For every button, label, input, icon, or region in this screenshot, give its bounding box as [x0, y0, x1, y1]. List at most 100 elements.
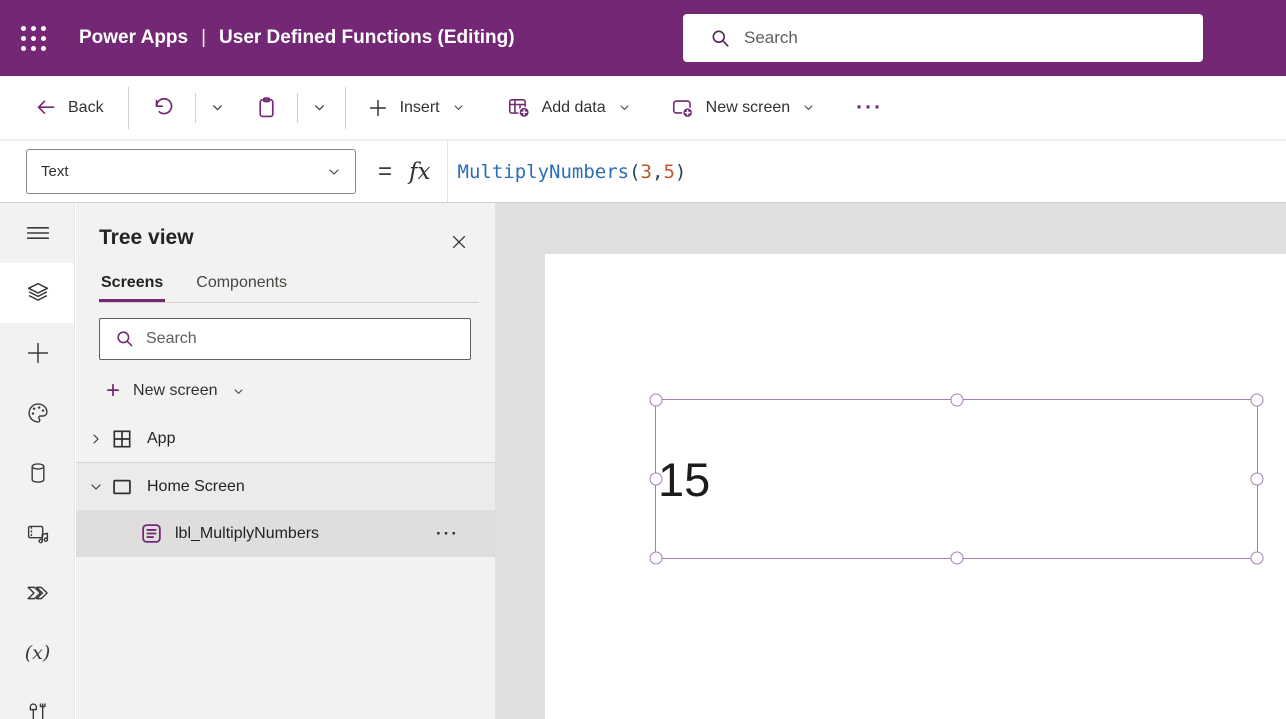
insert-plus-icon — [23, 338, 53, 368]
paste-button[interactable] — [254, 95, 279, 120]
selected-label-control[interactable]: 15 — [655, 399, 1258, 559]
screen-icon — [111, 476, 133, 498]
rail-data-button[interactable] — [0, 443, 75, 503]
rail-menu-button[interactable] — [0, 203, 75, 263]
more-commands-button[interactable]: ··· — [856, 97, 883, 118]
app-icon — [111, 428, 133, 450]
insert-label: Insert — [400, 99, 440, 117]
back-arrow-icon — [34, 96, 57, 119]
paste-menu-button[interactable] — [311, 99, 328, 116]
add-data-table-icon — [506, 95, 531, 120]
formula-close-paren: ) — [675, 161, 686, 183]
panel-title: Tree view — [99, 226, 495, 250]
toolbar-divider — [345, 87, 346, 129]
add-data-button[interactable]: Add data — [506, 95, 632, 120]
tree-row-app[interactable]: App — [76, 415, 495, 462]
resize-handle-middle-right[interactable] — [1251, 473, 1264, 486]
power-automate-icon — [23, 578, 53, 608]
product-name: Power Apps — [79, 27, 188, 49]
formula-arg1: 3 — [641, 161, 652, 183]
tree-row-home-screen[interactable]: Home Screen — [76, 463, 495, 510]
waffle-menu-icon[interactable] — [21, 26, 46, 51]
plus-icon — [367, 97, 389, 119]
row-more-button[interactable]: ··· — [436, 525, 459, 542]
back-button[interactable]: Back — [34, 96, 104, 119]
rail-power-automate-button[interactable] — [0, 563, 75, 623]
new-screen-icon — [670, 95, 695, 120]
left-navigation-rail: (x) — [0, 203, 75, 719]
tree-row-label-control[interactable]: lbl_MultiplyNumbers ··· — [76, 510, 495, 557]
tree-row-label: lbl_MultiplyNumbers — [175, 525, 319, 543]
rail-theme-button[interactable] — [0, 383, 75, 443]
toolbar-divider — [128, 87, 129, 129]
formula-arg2: 5 — [663, 161, 674, 183]
power-apps-studio: Power Apps | User Defined Functions (Edi… — [0, 0, 1286, 719]
chevron-down-icon — [231, 384, 246, 399]
media-icon — [23, 518, 53, 548]
chevron-right-icon[interactable] — [88, 431, 104, 447]
close-icon — [449, 232, 469, 252]
chevron-down-icon[interactable] — [88, 479, 104, 495]
chevron-down-icon — [326, 164, 342, 180]
new-screen-label: New screen — [706, 99, 790, 117]
chevron-down-icon — [801, 100, 816, 115]
rail-tree-view-button[interactable] — [0, 263, 75, 323]
title-separator: | — [201, 27, 206, 49]
new-screen-button[interactable]: New screen — [670, 95, 816, 120]
rail-advanced-tools-button[interactable] — [0, 683, 75, 719]
resize-handle-top-left[interactable] — [650, 394, 663, 407]
formula-bar: Text = fx MultiplyNumbers(3,5) — [0, 140, 1286, 203]
property-dropdown[interactable]: Text — [26, 149, 356, 194]
rail-insert-button[interactable] — [0, 323, 75, 383]
rail-media-button[interactable] — [0, 503, 75, 563]
chevron-down-icon — [209, 99, 226, 116]
resize-handle-bottom-left[interactable] — [650, 552, 663, 565]
variables-icon: (x) — [25, 642, 51, 664]
panel-new-screen-label: New screen — [133, 382, 217, 400]
search-icon — [710, 28, 731, 49]
more-ellipsis-icon: ··· — [856, 97, 883, 118]
chevron-down-icon — [617, 100, 632, 115]
equals-sign: = — [378, 158, 392, 186]
undo-menu-button[interactable] — [209, 99, 226, 116]
formula-function-name: MultiplyNumbers — [458, 161, 630, 183]
panel-search-box[interactable] — [99, 318, 471, 360]
header-search-box[interactable] — [683, 14, 1203, 62]
tree-view-panel: Tree view Screens Components + New scree… — [76, 203, 495, 719]
toolbar-divider — [195, 93, 196, 123]
command-toolbar: Back Insert Add data New scre — [0, 76, 1286, 140]
resize-handle-top-middle[interactable] — [950, 394, 963, 407]
canvas-area: 15 — [495, 203, 1286, 719]
tab-screens[interactable]: Screens — [99, 274, 165, 302]
header-title: Power Apps | User Defined Functions (Edi… — [79, 27, 515, 49]
advanced-tools-icon — [23, 698, 53, 719]
tree-view-layers-icon — [23, 278, 53, 308]
resize-handle-middle-left[interactable] — [650, 473, 663, 486]
undo-button[interactable] — [151, 96, 175, 120]
header-search-input[interactable] — [744, 28, 1164, 48]
close-panel-button[interactable] — [447, 230, 471, 254]
property-selected-value: Text — [41, 163, 69, 180]
add-data-label: Add data — [542, 99, 606, 117]
undo-icon — [151, 96, 175, 120]
tree-row-label: App — [147, 430, 175, 448]
insert-button[interactable]: Insert — [367, 97, 466, 119]
panel-new-screen-button[interactable]: + New screen — [106, 373, 246, 409]
panel-search-input[interactable] — [146, 330, 446, 348]
resize-handle-top-right[interactable] — [1251, 394, 1264, 407]
resize-handle-bottom-middle[interactable] — [950, 552, 963, 565]
tree-row-label: Home Screen — [147, 478, 245, 496]
chevron-down-icon — [311, 99, 328, 116]
resize-handle-bottom-right[interactable] — [1251, 552, 1264, 565]
theme-palette-icon — [23, 398, 53, 428]
back-label: Back — [68, 99, 104, 117]
menu-icon — [23, 218, 53, 248]
label-text: 15 — [658, 456, 710, 503]
search-icon — [115, 329, 135, 349]
panel-tabs: Screens Components — [99, 274, 495, 302]
tab-components[interactable]: Components — [194, 274, 289, 302]
rail-variables-button[interactable]: (x) — [0, 623, 75, 683]
formula-input[interactable]: MultiplyNumbers(3,5) — [447, 141, 1286, 202]
formula-open-paren: ( — [629, 161, 640, 183]
fx-icon: fx — [409, 159, 430, 185]
